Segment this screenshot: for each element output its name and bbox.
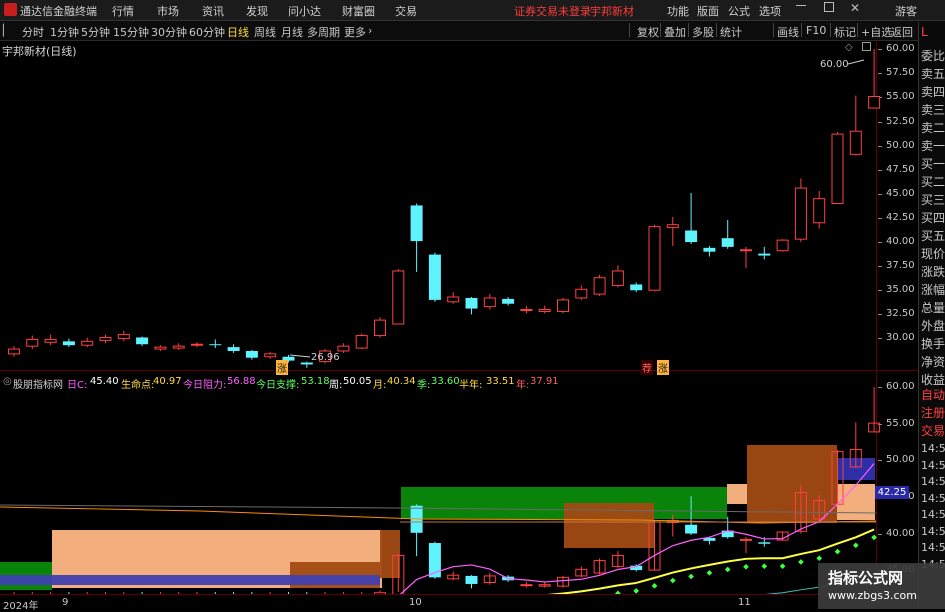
- sidebar-item[interactable]: 买二: [921, 173, 945, 190]
- signal-dot: [743, 564, 749, 570]
- sidebar-time: 14:56: [921, 459, 945, 472]
- indicator-candle-up: [521, 585, 532, 586]
- sidebar-time: 14:56: [921, 541, 945, 554]
- signal-dot: [798, 559, 804, 565]
- indicator-value-badge: 42.25: [875, 486, 909, 499]
- indicator-candle-down: [685, 525, 697, 534]
- signal-dot: [871, 535, 877, 541]
- signal-dot: [688, 574, 694, 580]
- sidebar-item[interactable]: 委比: [921, 47, 945, 64]
- sidebar-time: 14:56: [921, 525, 945, 538]
- sidebar-item[interactable]: 换手: [921, 335, 945, 352]
- sidebar-item[interactable]: 卖二: [921, 119, 945, 136]
- x-axis-month-label: 10: [409, 597, 422, 608]
- sidebar-item[interactable]: 卖四: [921, 83, 945, 100]
- x-axis-month-label: 9: [62, 597, 68, 608]
- indicator-zone: [0, 575, 380, 585]
- signal-dot: [816, 555, 822, 561]
- sidebar-time: 14:56: [921, 492, 945, 505]
- signal-dot: [725, 567, 731, 573]
- sidebar-item[interactable]: 卖三: [921, 101, 945, 118]
- sidebar-item[interactable]: 涨跌: [921, 263, 945, 280]
- sidebar-item[interactable]: 总量: [921, 299, 945, 316]
- x-axis-month-label: 11: [738, 597, 751, 608]
- sidebar-item[interactable]: 卖一: [921, 137, 945, 154]
- sidebar-level-label[interactable]: L: [921, 25, 945, 39]
- sidebar-action[interactable]: 交易: [921, 422, 945, 439]
- watermark-title: 指标公式网: [828, 567, 903, 588]
- sidebar-action[interactable]: 自动: [921, 386, 945, 403]
- indicator-zone: [380, 530, 400, 578]
- sidebar-item[interactable]: 涨幅: [921, 281, 945, 298]
- signal-dot: [853, 542, 859, 548]
- watermark: 指标公式网 www.zbgs3.com: [818, 563, 945, 609]
- signal-dot: [652, 583, 658, 589]
- indicator-candle-up: [741, 539, 752, 540]
- sidebar-item[interactable]: 买三: [921, 191, 945, 208]
- signal-dot: [761, 563, 767, 569]
- indicator-candle-down: [466, 576, 478, 584]
- sidebar-item[interactable]: 买一: [921, 155, 945, 172]
- sidebar-item[interactable]: 买四: [921, 209, 945, 226]
- indicator-zone: [727, 484, 747, 504]
- signal-dot: [633, 588, 639, 594]
- sidebar-time: 14:56: [921, 508, 945, 521]
- x-axis-year-label: 2024年: [3, 597, 38, 612]
- sidebar-item[interactable]: 卖五: [921, 65, 945, 82]
- signal-dot: [835, 549, 841, 555]
- sidebar-time: 14:56: [921, 442, 945, 455]
- sidebar-time: 14:56: [921, 475, 945, 488]
- sidebar-item[interactable]: 外盘: [921, 317, 945, 334]
- indicator-chart: [0, 0, 918, 609]
- signal-dot: [707, 570, 713, 576]
- sidebar-item[interactable]: 净资: [921, 353, 945, 370]
- signal-dot: [780, 563, 786, 569]
- x-axis: [0, 594, 918, 610]
- sidebar-item[interactable]: 买五: [921, 227, 945, 244]
- sidebar-item[interactable]: 现价: [921, 245, 945, 262]
- signal-dot: [670, 578, 676, 584]
- indicator-candle-down: [758, 542, 770, 543]
- sidebar-action[interactable]: 注册: [921, 404, 945, 421]
- watermark-url: www.zbgs3.com: [828, 589, 917, 602]
